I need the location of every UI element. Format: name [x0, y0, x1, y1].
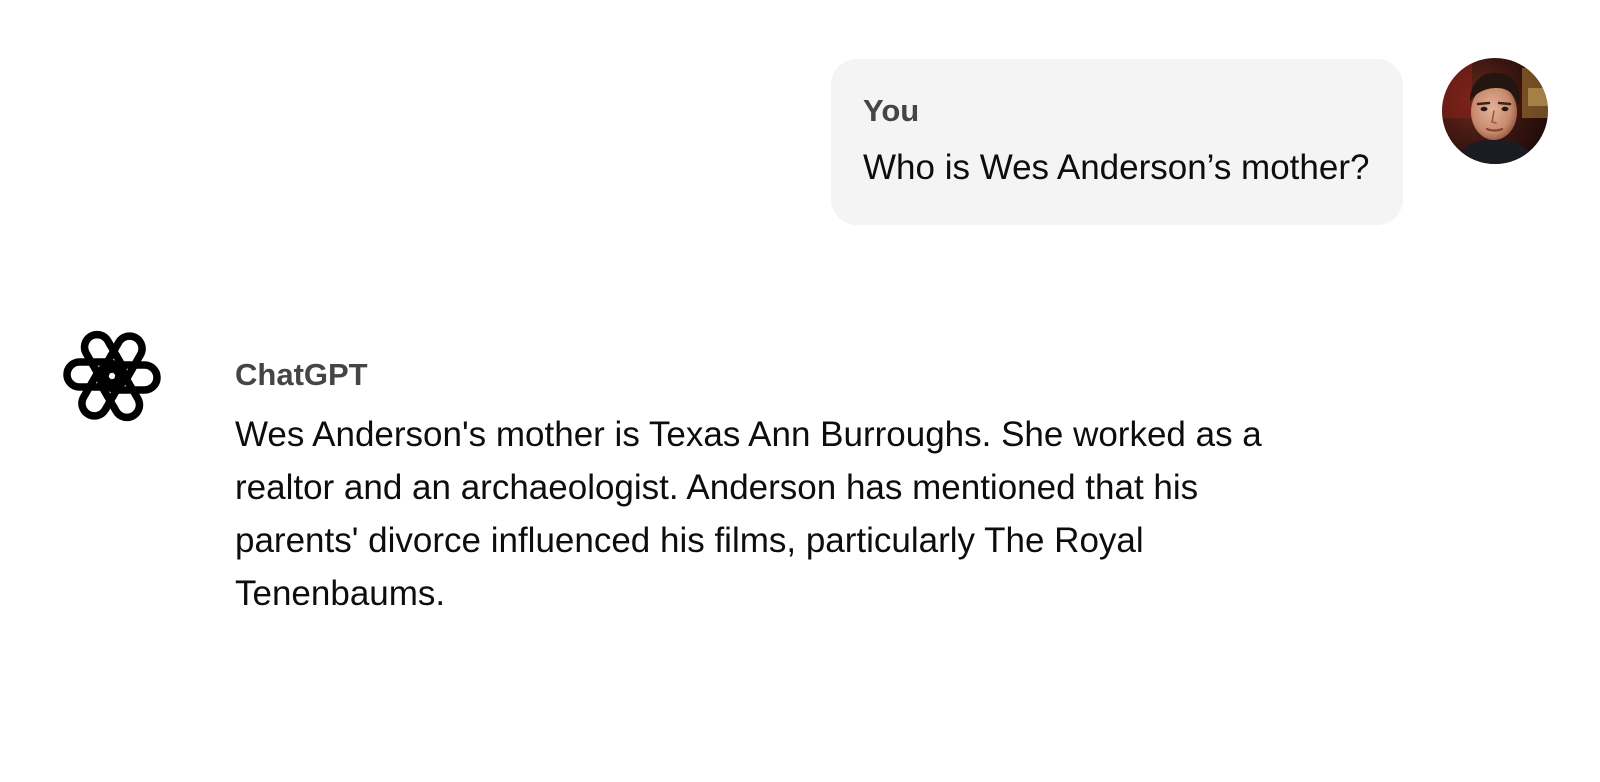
assistant-message: ChatGPT Wes Anderson's mother is Texas A…	[235, 355, 1315, 620]
user-name: You	[863, 93, 920, 128]
assistant-name: ChatGPT	[235, 357, 368, 392]
assistant-message-text: Wes Anderson's mother is Texas Ann Burro…	[235, 415, 1262, 613]
user-message-text: Who is Wes Anderson’s mother?	[863, 148, 1370, 187]
user-message-bubble: You Who is Wes Anderson’s mother?	[831, 59, 1403, 225]
openai-logo-icon	[58, 322, 166, 430]
user-avatar[interactable]	[1442, 58, 1548, 164]
user-avatar-photo-icon	[1442, 58, 1548, 164]
